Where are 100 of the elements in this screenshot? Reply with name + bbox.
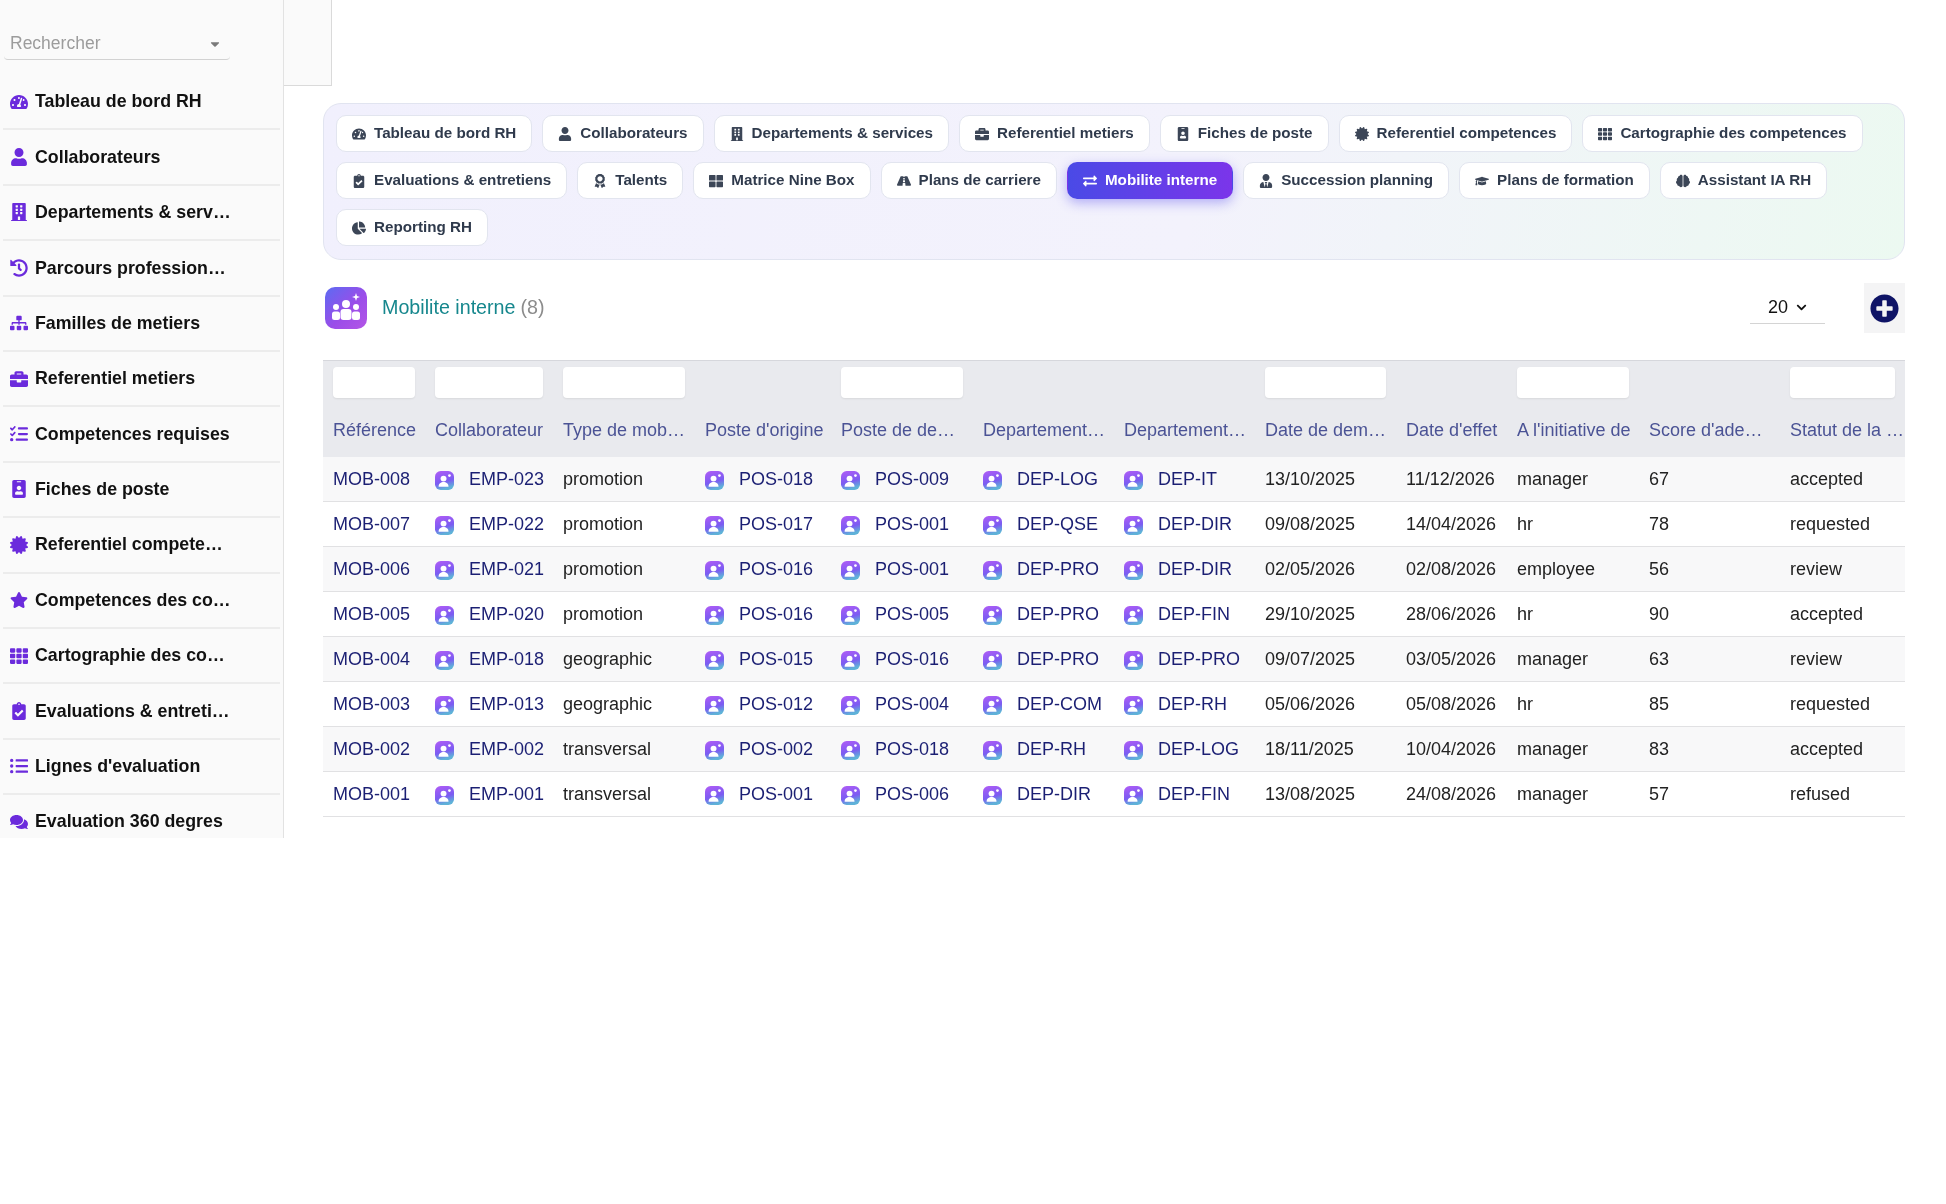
origin-department-link[interactable]: DEP-QSE: [1017, 510, 1099, 538]
target-position-link[interactable]: POS-001: [875, 555, 950, 583]
nav-tab[interactable]: Plans de formation: [1459, 162, 1650, 199]
column-header[interactable]: Departement…: [1124, 416, 1247, 444]
target-position-link[interactable]: POS-004: [875, 690, 950, 718]
sidebar-item[interactable]: Familles de metiers: [35, 309, 201, 337]
filter-field[interactable]: [1790, 367, 1895, 398]
filter-field[interactable]: [841, 367, 963, 398]
reference-link[interactable]: MOB-005: [333, 600, 411, 628]
add-button[interactable]: [1864, 283, 1905, 333]
origin-department-link[interactable]: DEP-DIR: [1017, 780, 1091, 808]
nav-tab[interactable]: Tableau de bord RH: [336, 115, 533, 152]
nav-tab[interactable]: Reporting RH: [336, 209, 488, 246]
sidebar-item[interactable]: Competences des co…: [35, 586, 231, 614]
origin-position-link[interactable]: POS-002: [739, 735, 814, 763]
employee-link[interactable]: EMP-022: [469, 510, 545, 538]
sidebar-item[interactable]: Departements & serv…: [35, 199, 231, 226]
target-position-link[interactable]: POS-009: [875, 465, 950, 493]
reference-link[interactable]: MOB-002: [333, 735, 411, 763]
target-position-link[interactable]: POS-016: [875, 645, 950, 673]
sidebar-item[interactable]: Tableau de bord RH: [35, 88, 202, 116]
target-position-link[interactable]: POS-005: [875, 600, 950, 628]
employee-link[interactable]: EMP-020: [469, 600, 545, 628]
column-header[interactable]: Type de mob…: [563, 416, 686, 444]
column-header[interactable]: Poste d'origine: [705, 416, 824, 444]
nav-tab[interactable]: Referentiel competences: [1338, 115, 1573, 152]
employee-link[interactable]: EMP-021: [469, 555, 545, 583]
origin-department-link[interactable]: DEP-LOG: [1017, 465, 1099, 493]
sidebar-item[interactable]: Parcours profession…: [35, 254, 226, 282]
reference-link[interactable]: MOB-003: [333, 690, 411, 718]
origin-position-link[interactable]: POS-018: [739, 465, 814, 493]
employee-link[interactable]: EMP-002: [469, 735, 545, 763]
origin-department-link[interactable]: DEP-PRO: [1017, 645, 1099, 673]
nav-tab[interactable]: Plans de carriere: [880, 162, 1057, 199]
target-department-link[interactable]: DEP-FIN: [1158, 600, 1230, 628]
origin-department-link[interactable]: DEP-COM: [1017, 690, 1102, 718]
nav-tab[interactable]: Collaborateurs: [542, 115, 704, 152]
sidebar-item[interactable]: Lignes d'evaluation: [35, 753, 201, 780]
reference-link[interactable]: MOB-004: [333, 645, 411, 673]
page-size-select[interactable]: 20: [1750, 292, 1825, 324]
column-header[interactable]: Date d'effet: [1406, 416, 1498, 444]
target-department-link[interactable]: DEP-PRO: [1158, 645, 1240, 673]
origin-department-link[interactable]: DEP-PRO: [1017, 555, 1099, 583]
origin-position-link[interactable]: POS-012: [739, 690, 814, 718]
employee-link[interactable]: EMP-001: [469, 780, 545, 808]
target-department-link[interactable]: DEP-RH: [1158, 690, 1227, 718]
employee-link[interactable]: EMP-023: [469, 465, 545, 493]
reference-link[interactable]: MOB-008: [333, 465, 411, 493]
search-field[interactable]: Rechercher: [4, 27, 230, 60]
sidebar-item[interactable]: Evaluations & entreti…: [35, 697, 230, 725]
nav-tab[interactable]: Departements & services: [713, 115, 950, 152]
target-department-link[interactable]: DEP-DIR: [1158, 555, 1232, 583]
origin-position-link[interactable]: POS-016: [739, 555, 814, 583]
origin-position-link[interactable]: POS-016: [739, 600, 814, 628]
column-header[interactable]: A l'initiative de: [1517, 416, 1631, 444]
filter-field[interactable]: [563, 367, 685, 398]
filter-field[interactable]: [333, 367, 415, 398]
nav-tab[interactable]: Cartographie des competences: [1582, 115, 1863, 152]
column-header[interactable]: Departement…: [983, 416, 1106, 444]
target-position-link[interactable]: POS-018: [875, 735, 950, 763]
filter-field[interactable]: [1517, 367, 1629, 398]
target-department-link[interactable]: DEP-FIN: [1158, 780, 1230, 808]
column-header[interactable]: Date de dem…: [1265, 416, 1387, 444]
target-position-link[interactable]: POS-006: [875, 780, 950, 808]
target-department-link[interactable]: DEP-IT: [1158, 465, 1217, 493]
column-header[interactable]: Score d'ade…: [1649, 416, 1763, 444]
origin-position-link[interactable]: POS-015: [739, 645, 814, 673]
nav-tab[interactable]: Evaluations & entretiens: [336, 162, 568, 199]
sidebar-item[interactable]: Cartographie des co…: [35, 642, 225, 669]
nav-tab[interactable]: Mobilite interne: [1066, 162, 1234, 199]
nav-tab[interactable]: Succession planning: [1243, 162, 1450, 199]
employee-link[interactable]: EMP-013: [469, 690, 545, 718]
sidebar-item[interactable]: Fiches de poste: [35, 476, 170, 503]
sidebar-item[interactable]: Referentiel metiers: [35, 365, 196, 392]
reference-link[interactable]: MOB-001: [333, 780, 411, 808]
column-header[interactable]: Référence: [333, 416, 417, 444]
nav-tab[interactable]: Fiches de poste: [1159, 115, 1329, 152]
reference-link[interactable]: MOB-007: [333, 510, 411, 538]
origin-department-link[interactable]: DEP-RH: [1017, 735, 1086, 763]
employee-link[interactable]: EMP-018: [469, 645, 545, 673]
column-header[interactable]: Poste de de…: [841, 416, 956, 444]
sidebar-item[interactable]: Referentiel compete…: [35, 531, 223, 559]
nav-tab[interactable]: Referentiel metiers: [959, 115, 1150, 152]
column-header[interactable]: Statut de la …: [1790, 416, 1905, 444]
origin-position-link[interactable]: POS-017: [739, 510, 814, 538]
sidebar-item[interactable]: Evaluation 360 degres: [35, 808, 223, 836]
target-department-link[interactable]: DEP-DIR: [1158, 510, 1232, 538]
sidebar-item[interactable]: Collaborateurs: [35, 143, 161, 171]
nav-tab[interactable]: Assistant IA RH: [1659, 162, 1828, 199]
sidebar-item[interactable]: Competences requises: [35, 420, 230, 448]
filter-field[interactable]: [1265, 367, 1386, 398]
origin-position-link[interactable]: POS-001: [739, 780, 814, 808]
column-header[interactable]: Collaborateur: [435, 416, 544, 444]
target-position-link[interactable]: POS-001: [875, 510, 950, 538]
filter-field[interactable]: [435, 367, 543, 398]
nav-tab[interactable]: Matrice Nine Box: [693, 162, 871, 199]
reference-link[interactable]: MOB-006: [333, 555, 411, 583]
target-department-link[interactable]: DEP-LOG: [1158, 735, 1240, 763]
nav-tab[interactable]: Talents: [577, 162, 684, 199]
origin-department-link[interactable]: DEP-PRO: [1017, 600, 1099, 628]
